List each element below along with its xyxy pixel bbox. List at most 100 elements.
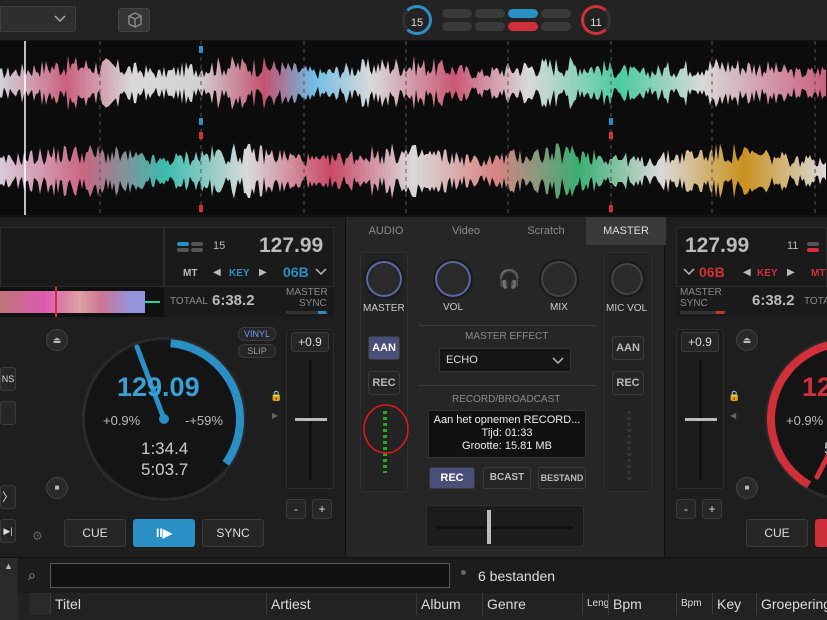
left-mini-waveform[interactable] (0, 287, 164, 317)
right-key-prev-icon[interactable]: ◀ (743, 267, 751, 278)
stop-icon[interactable]: ■ (736, 477, 758, 499)
sampler-cube-button[interactable] (118, 8, 150, 32)
bcast-button[interactable]: BCAST (483, 467, 531, 489)
right-sync-label[interactable]: SYNC (680, 298, 708, 309)
left-key-prev-icon[interactable]: ◀ (213, 267, 221, 278)
mic-rec-button[interactable]: REC (612, 371, 644, 395)
master-knob[interactable] (364, 259, 404, 299)
column-artiest[interactable]: Artiest (266, 593, 416, 615)
master-aan-button[interactable]: AAN (368, 336, 400, 360)
layout-dropdown[interactable] (0, 6, 76, 32)
mic-aan-button[interactable]: AAN (612, 336, 644, 360)
master-column: MASTER AAN REC (360, 252, 409, 492)
deck-indicator (442, 22, 472, 31)
lock-icon[interactable]: 🔒 (270, 391, 282, 402)
stop-icon[interactable]: ■ (46, 477, 68, 499)
left-edge-button-2[interactable] (0, 401, 16, 425)
record-time: Tijd: 01:33 (481, 427, 533, 439)
left-next-button[interactable]: 〉 (0, 485, 16, 509)
left-pitch-value[interactable]: +0.9 (291, 332, 329, 352)
tab-master-label: MASTER (603, 225, 649, 237)
left-sync-button[interactable]: SYNC (202, 519, 264, 547)
tab-master[interactable]: MASTER (586, 217, 666, 245)
browser-scroll[interactable]: ▲ (0, 558, 18, 620)
chevron-down-icon[interactable] (683, 268, 695, 276)
column-key[interactable]: Key (712, 593, 756, 615)
left-skip-button[interactable]: ▶| (0, 519, 16, 543)
left-bpm-display[interactable]: 127.99 (259, 234, 323, 258)
tab-scratch[interactable]: Scratch (506, 217, 586, 245)
right-cue-button[interactable]: CUE (746, 519, 808, 547)
left-master-label[interactable]: MASTER (286, 287, 328, 298)
column-bpm[interactable]: Bpm (608, 593, 676, 615)
column-leng[interactable]: Leng (582, 593, 610, 615)
headphone-mix-knob[interactable] (539, 259, 579, 299)
left-pitch-handle[interactable] (295, 418, 327, 421)
right-pitch-plus[interactable]: + (702, 499, 722, 519)
right-pitch-minus[interactable]: - (676, 499, 696, 519)
vinyl-button[interactable]: VINYL (238, 327, 276, 341)
left-key-next-icon[interactable]: ▶ (259, 267, 267, 278)
master-aan-label: AAN (372, 342, 396, 354)
chevron-down-icon (54, 15, 66, 23)
right-deck-bpm-panel: 127.99 11 06B ◀ KEY ▶ MT (676, 227, 827, 287)
right-jog-wheel[interactable]: 12 +0.9% 5 (765, 337, 827, 501)
vol-label: VOL (443, 302, 464, 313)
deck-indicator (807, 242, 819, 246)
left-mode[interactable]: MT (183, 268, 197, 279)
right-bpm-display[interactable]: 127.99 (685, 234, 749, 258)
rec-button[interactable]: REC (429, 467, 475, 489)
left-edge-button[interactable]: NS (0, 367, 16, 391)
mic-rec-label: REC (616, 377, 640, 389)
column-genre[interactable]: Genre (482, 593, 582, 615)
left-pitch-panel: +0.9 (286, 329, 334, 489)
column-album-label: Album (421, 596, 461, 612)
left-key-value[interactable]: 06B (283, 264, 309, 280)
right-key-next-icon[interactable]: ▶ (787, 267, 795, 278)
gear-icon[interactable]: ⚙ (32, 529, 43, 543)
slip-button[interactable]: SLIP (238, 344, 276, 358)
bestand-button[interactable]: BESTAND (538, 467, 586, 489)
headphone-vol-knob[interactable] (433, 259, 473, 299)
search-input[interactable] (50, 563, 450, 588)
mini-waveform-tail (145, 301, 160, 303)
crossfader-handle[interactable] (487, 510, 491, 544)
left-jog-wheel[interactable]: 129.09 +0.9% -+59% 1:34.4 5:03.7 (82, 337, 246, 501)
left-cue-button[interactable]: CUE (64, 519, 126, 547)
column-titel[interactable]: Titel (50, 593, 266, 615)
deck-indicator (177, 248, 189, 252)
mic-aan-label: AAN (616, 342, 640, 354)
right-play-button[interactable] (815, 519, 827, 547)
master-rec-button[interactable]: REC (368, 371, 400, 395)
tab-video[interactable]: Video (426, 217, 506, 245)
column-groepering[interactable]: Groepering (756, 593, 827, 615)
master-effect-select[interactable]: ECHO (439, 348, 571, 372)
left-cue-label: CUE (82, 526, 108, 540)
right-master-label[interactable]: MASTER (680, 287, 722, 298)
right-pitch-handle[interactable] (685, 418, 717, 421)
deck-indicator (475, 22, 505, 31)
tab-audio[interactable]: AUDIO (346, 217, 426, 245)
right-beat-counter-value: 11 (590, 17, 602, 29)
right-key-value[interactable]: 06B (699, 264, 725, 280)
right-mode[interactable]: MT (811, 268, 825, 279)
scroll-up-icon[interactable]: ▲ (4, 561, 13, 571)
left-play-button[interactable]: II▶ (133, 519, 195, 547)
eject-icon[interactable]: ⏏ (46, 329, 68, 351)
pitch-arrow-icon: ◀ (730, 411, 737, 420)
left-sync-label[interactable]: SYNC (299, 298, 327, 309)
column-handle[interactable] (30, 593, 50, 615)
column-leng-label: Leng (587, 598, 610, 609)
mic-vol-knob[interactable] (609, 261, 645, 297)
column-bpm-ve[interactable]: Bpm ve (676, 593, 712, 615)
mix-label: MIX (550, 302, 568, 313)
lock-icon[interactable]: 🔒 (728, 391, 740, 402)
left-pitch-minus[interactable]: - (286, 499, 306, 519)
eject-icon[interactable]: ⏏ (736, 329, 758, 351)
master-effect-value: ECHO (446, 354, 478, 366)
waveform-display[interactable] (0, 41, 827, 215)
chevron-down-icon[interactable] (315, 268, 327, 276)
column-album[interactable]: Album (416, 593, 482, 615)
right-pitch-value[interactable]: +0.9 (681, 332, 719, 352)
left-pitch-plus[interactable]: + (312, 499, 332, 519)
